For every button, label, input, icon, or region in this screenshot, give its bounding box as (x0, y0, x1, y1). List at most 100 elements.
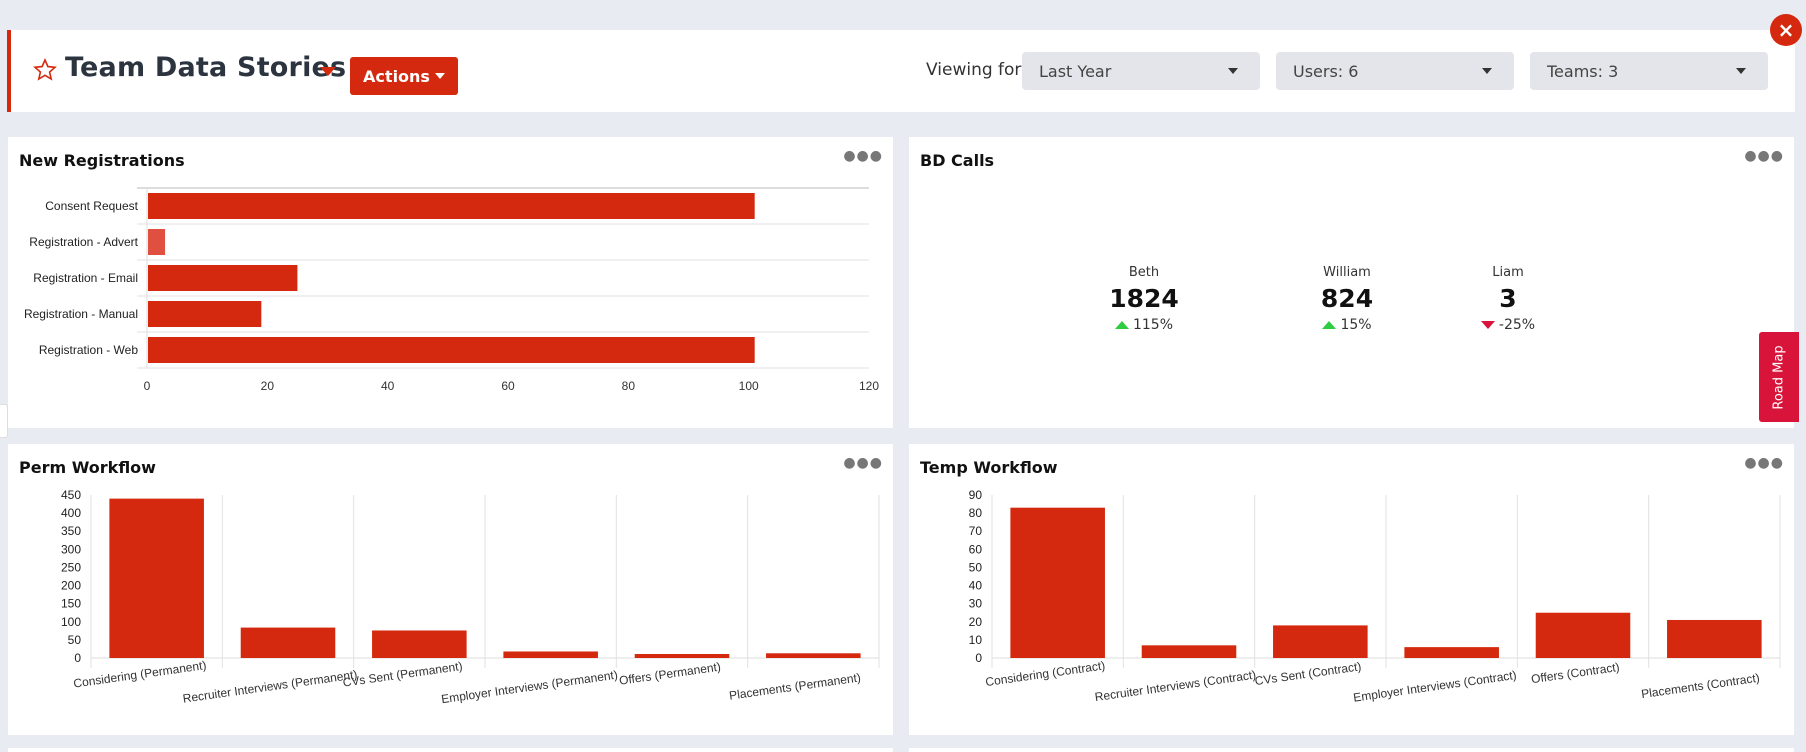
x-tick-label: 60 (501, 379, 515, 393)
bar (148, 229, 166, 255)
y-tick-label: 400 (61, 506, 81, 520)
kpi-name: Beth (1128, 265, 1160, 280)
y-tick-label: 40 (969, 579, 983, 593)
x-tick-label: 100 (739, 379, 759, 393)
page-title: Team Data Stories (65, 52, 347, 83)
users-select[interactable]: Users: 6 (1276, 52, 1514, 90)
category-label: Offers (Permanent) (618, 660, 721, 688)
y-tick-label: 200 (61, 579, 81, 593)
next-panel-edge (8, 748, 893, 752)
temp-workflow-panel: Temp Workflow ●●● 0 10 20 30 40 50 60 70 80 90 Con… (909, 444, 1794, 735)
panel-title: BD Calls (920, 151, 995, 170)
x-tick-label: 40 (381, 379, 395, 393)
caret-down-icon (1482, 68, 1492, 74)
new-registrations-panel: New Registrations ●●● Consent Request Reg… (8, 137, 893, 428)
category-label: Consent Request (45, 199, 138, 213)
category-label: Considering (Contract) (985, 658, 1106, 689)
perm-workflow-chart: 0 50 100 150 200 250 300 350 400 450 Considering (… (61, 488, 880, 707)
y-tick-label: 60 (969, 542, 983, 556)
category-label: Placements (Contract) (1640, 671, 1760, 701)
users-select-value: Users: 6 (1293, 61, 1359, 81)
trend-up-icon (1322, 321, 1337, 329)
category-label: Offers (Contract) (1530, 660, 1620, 686)
bar (148, 265, 298, 291)
actions-button[interactable]: Actions (350, 57, 458, 95)
favorite-star-icon[interactable] (33, 58, 57, 82)
kpi-value: 3 (1499, 284, 1517, 313)
bar (148, 193, 755, 219)
kpi-change-value: 115% (1132, 317, 1174, 333)
y-tick-label: 90 (969, 488, 983, 502)
bar (240, 627, 336, 658)
x-tick-label: 20 (261, 379, 275, 393)
y-tick-label: 450 (61, 488, 81, 502)
y-tick-label: 350 (61, 524, 81, 538)
teams-select[interactable]: Teams: 3 (1530, 52, 1768, 90)
kpi-change: 15% (1277, 317, 1417, 333)
period-select-value: Last Year (1039, 61, 1112, 81)
category-label: Recruiter Interviews (Permanent) (182, 667, 358, 705)
period-select[interactable]: Last Year (1022, 52, 1260, 90)
kpi-change: -25% (1438, 317, 1578, 333)
temp-workflow-chart: 0 10 20 30 40 50 60 70 80 90 Considering (Contract… (969, 488, 1781, 705)
category-label: Registration - Email (33, 271, 138, 285)
actions-button-label: Actions (363, 66, 430, 86)
y-tick-label: 50 (68, 633, 82, 647)
bar (148, 337, 755, 363)
y-tick-label: 70 (969, 524, 983, 538)
x-tick-label: 120 (859, 379, 879, 393)
bar (109, 498, 204, 658)
road-map-label: Road Map (1771, 344, 1787, 410)
caret-down-icon (434, 73, 445, 79)
kpi-change: 115% (1074, 317, 1214, 333)
kpi-name: Liam (1492, 265, 1524, 280)
more-options-icon[interactable]: ●●● (1744, 149, 1784, 163)
y-tick-label: 30 (969, 597, 983, 611)
dashboard-header: Team Data Stories Actions Viewing for: L… (7, 30, 1795, 112)
title-dropdown-caret-icon[interactable] (320, 67, 336, 76)
kpi-william: William 824 15% (1277, 265, 1417, 333)
y-tick-label: 150 (61, 597, 81, 611)
y-tick-label: 20 (969, 615, 983, 629)
kpi-value: 824 (1320, 284, 1374, 313)
bar (766, 653, 861, 658)
trend-up-icon (1114, 321, 1129, 329)
y-tick-label: 0 (975, 651, 982, 665)
bar (372, 630, 467, 658)
y-tick-label: 100 (61, 615, 81, 629)
bar (503, 651, 598, 658)
category-label: Registration - Advert (29, 235, 138, 249)
bar (1010, 507, 1105, 658)
side-panel-handle[interactable] (0, 404, 8, 438)
category-label: Employer Interviews (Permanent) (440, 668, 618, 707)
perm-workflow-panel: Perm Workflow ●●● 0 50 100 150 200 250 300 350 4… (8, 444, 893, 735)
category-label: Considering (Permanent) (72, 658, 207, 691)
bar (1404, 647, 1499, 658)
bar (1535, 612, 1631, 658)
y-tick-label: 50 (969, 560, 983, 574)
new-registrations-chart: Consent Request Registration - Advert Regi… (24, 187, 879, 393)
bar (1667, 619, 1762, 658)
category-label: Recruiter Interviews (Contract) (1094, 668, 1257, 705)
bar (1273, 625, 1368, 658)
category-label: Placements (Permanent) (728, 670, 861, 702)
caret-down-icon (1228, 68, 1238, 74)
kpi-change-value: -25% (1498, 317, 1536, 333)
kpi-beth: Beth 1824 115% (1074, 265, 1214, 333)
viewing-for-label: Viewing for: (926, 60, 1027, 80)
teams-select-value: Teams: 3 (1547, 61, 1619, 81)
bd-calls-panel: BD Calls ●●● Beth 1824 115% William 824 … (909, 137, 1794, 428)
category-label: CVs Sent (Contract) (1254, 659, 1362, 688)
close-button[interactable]: × (1770, 14, 1802, 46)
road-map-tab[interactable]: Road Map (1759, 332, 1799, 422)
y-tick-label: 300 (61, 542, 81, 556)
kpi-name: William (1323, 265, 1371, 280)
next-panel-edge (909, 748, 1794, 752)
category-label: CVs Sent (Permanent) (342, 659, 463, 690)
close-icon: × (1777, 18, 1795, 42)
x-tick-label: 80 (622, 379, 636, 393)
y-tick-label: 80 (969, 506, 983, 520)
category-label: Registration - Web (39, 343, 138, 357)
y-tick-label: 10 (969, 633, 983, 647)
kpi-liam: Liam 3 -25% (1438, 265, 1578, 333)
